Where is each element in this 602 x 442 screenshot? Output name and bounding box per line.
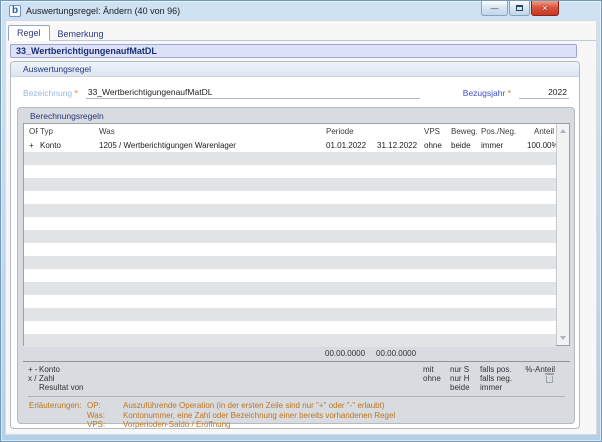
calc-panel-title: Berechnungsregeln: [30, 111, 104, 121]
window-title: Auswertungsregel: Ändern (40 von 96): [26, 5, 181, 16]
note-key: Was:: [87, 410, 105, 420]
total-von: 00.00.0000: [325, 349, 366, 358]
rules-table[interactable]: OP Typ Was Periode VPS Beweg. Pos./Neg. …: [23, 123, 570, 347]
close-icon: ×: [542, 3, 548, 13]
required-marker: *: [74, 87, 78, 98]
client-area: Regel Bemerkung 33_Wertberichtigungenauf…: [5, 20, 597, 435]
empty-rows: [24, 152, 556, 347]
cell-beweg: beide: [451, 141, 471, 150]
bezeichnung-label: Bezeichnung *: [23, 87, 78, 98]
legend-vps: mit ohne: [423, 365, 441, 383]
col-beweg: Beweg.: [451, 127, 478, 136]
legend-posneg: falls pos. falls neg. immer: [480, 365, 513, 392]
legend-anteil: %-Anteil: [524, 365, 557, 392]
col-was: Was: [99, 127, 115, 136]
tab-bemerkung[interactable]: Bemerkung: [50, 27, 112, 41]
note-text: Kontonummer, eine Zahl oder Bezeichnung …: [123, 410, 396, 420]
maximize-icon: [516, 5, 523, 11]
legend-op: + - x /: [28, 365, 38, 383]
table-header-row: OP Typ Was Periode VPS Beweg. Pos./Neg. …: [24, 124, 556, 139]
note-text: Vorperioden-Saldo / Eröffnung: [123, 420, 231, 429]
minimize-icon: —: [490, 3, 499, 13]
cell-bis: 31.12.2022: [377, 141, 418, 150]
scroll-down-icon[interactable]: [557, 332, 569, 344]
note-text: Auszuführende Operation (in der ersten Z…: [123, 401, 385, 410]
fields-row: Bezeichnung * 33_WertberichtigungenaufMa…: [11, 77, 579, 103]
legend-beweg: nur S nur H beide: [450, 365, 470, 392]
cell-was: 1205 / Wertberichtigungen Warenlager: [99, 141, 236, 150]
app-icon: b: [9, 4, 21, 17]
rule-name-banner: 33_WertberichtigungenaufMatDL: [10, 44, 577, 58]
auswertungsregel-group: Auswertungsregel Bezeichnung * 33_Wertbe…: [10, 61, 580, 429]
notes-section: Erläuterungen: OP: Auszuführende Operati…: [29, 401, 570, 430]
col-op: OP: [29, 127, 38, 136]
minimize-button[interactable]: —: [481, 1, 508, 16]
legend-what: Konto Zahl Resultat von: [39, 365, 84, 392]
note-key: VPS:: [87, 420, 106, 429]
divider: [28, 396, 565, 397]
totals-row: 00.00.0000 00.00.0000: [23, 348, 570, 362]
notes-title: Erläuterungen:: [29, 401, 82, 410]
cell-posneg: immer: [481, 141, 504, 150]
tab-regel[interactable]: Regel: [8, 25, 50, 41]
bezeichnung-field[interactable]: 33_WertberichtigungenaufMatDL: [85, 87, 420, 99]
col-periode-bis: [375, 124, 422, 139]
window-controls: — ×: [480, 1, 559, 16]
table-row[interactable]: + Konto 1205 / Wertberichtigungen Warenl…: [24, 139, 556, 152]
col-typ: Typ: [40, 127, 53, 136]
berechnungsregeln-panel: Berechnungsregeln OP Typ Was Periode VPS…: [17, 107, 575, 429]
tab-bar: Regel Bemerkung: [8, 24, 596, 41]
col-posneg: Pos./Neg.: [481, 127, 517, 136]
maximize-button[interactable]: [509, 1, 530, 16]
note-key: OP:: [87, 401, 101, 410]
trash-icon[interactable]: [545, 373, 554, 383]
col-periode: Periode: [326, 127, 354, 136]
table-scrollbar[interactable]: [556, 124, 569, 345]
col-anteil: Anteil: [533, 127, 554, 136]
total-bis: 00.00.0000: [376, 349, 417, 358]
app-window: b Auswertungsregel: Ändern (40 von 96) —…: [0, 0, 602, 442]
titlebar[interactable]: b Auswertungsregel: Ändern (40 von 96) —…: [5, 1, 597, 20]
group-title: Auswertungsregel: [11, 62, 579, 77]
close-button[interactable]: ×: [531, 1, 559, 16]
cell-op: +: [29, 141, 34, 150]
scroll-up-icon[interactable]: [557, 125, 569, 137]
cell-vps: ohne: [424, 141, 442, 150]
cell-anteil: 100.00%: [527, 141, 556, 150]
cell-von: 01.01.2022: [326, 141, 367, 150]
bezugsjahr-label: Bezugsjahr *: [462, 87, 511, 98]
col-vps: VPS: [424, 127, 441, 136]
legend: + - x / Konto Zahl Resultat von mit ohne: [23, 365, 570, 392]
cell-typ: Konto: [40, 141, 61, 150]
required-marker: *: [507, 87, 511, 98]
bezugsjahr-field[interactable]: 2022: [519, 87, 569, 99]
